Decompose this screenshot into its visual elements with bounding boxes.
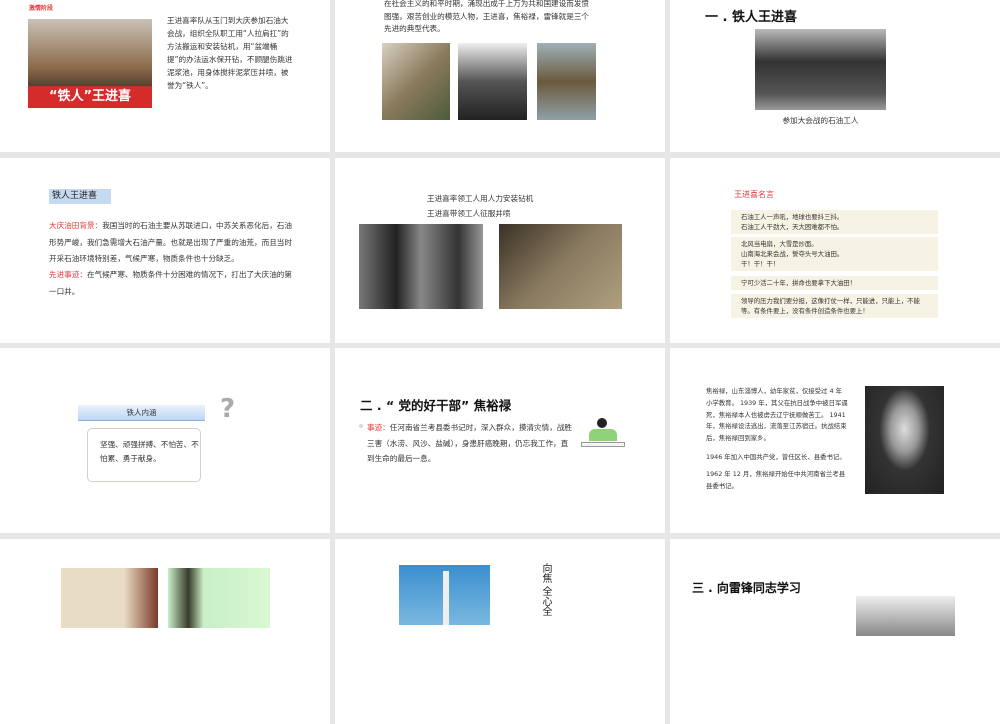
slide-thumbnail-10[interactable]	[0, 539, 330, 724]
bio-paragraph-1: 焦裕禄，山东淄博人，幼年家贫，仅接受过 4 年小学教育。 1939 年，其父在抗…	[706, 387, 848, 443]
meaning-body: 坚强、顽强拼搏、不怕苦、不怕累、勇于献身。	[87, 428, 201, 482]
quote-1: 石油工人一声吼，地球也要抖三抖。 石油工人干劲大，天大困难都不怕。	[731, 210, 938, 234]
photo-caption: 参加大会战的石油工人	[782, 116, 859, 125]
quote-text: 北风当电扇，大雪是炒面。 山南海北来会战，誓夺头号大油田。 干！干！干！	[741, 240, 844, 268]
slide-thumbnail-3[interactable]: 一 . 铁人王进喜 参加大会战的石油工人	[670, 0, 1000, 152]
meaning-header: 铁人内涵	[78, 405, 205, 421]
slide-body: 在社会主义的和平时期，涌现出成千上万为共和国建设而发愤图强，艰苦创业的模范人物，…	[384, 0, 590, 33]
quote-text: 领导的压力我们要分担，这像打仗一样，只能进，只能上，不能等。有条件要上，没有条件…	[741, 297, 920, 315]
slide-title: 一 . 铁人王进喜	[705, 10, 797, 25]
oil-workers-photo	[755, 29, 886, 110]
photo-jiao-yulu	[458, 43, 527, 120]
quote-4: 领导的压力我们要分担，这像打仗一样，只能进，只能上，不能等。有条件要上，没有条件…	[731, 294, 938, 318]
deed-text: 任河南省兰考县委书记时，深入群众，摸清灾情，战胜三害（水涝、风沙、盐碱），身患肝…	[367, 423, 573, 463]
mud-pit-photo	[499, 224, 622, 309]
room-photo-1	[61, 568, 158, 628]
slide-thumbnail-1[interactable]: 激情阶段 “铁人”王进喜 王进喜率队从玉门到大庆参加石油大会战，组织全队职工用“…	[0, 0, 330, 152]
jiao-yulu-portrait	[865, 386, 944, 494]
poster-title: “铁人”王进喜	[48, 89, 132, 104]
quote-text: 石油工人一声吼，地球也要抖三抖。 石油工人干劲大，天大困难都不怕。	[741, 213, 844, 231]
slide-thumbnail-4[interactable]: 铁人王进喜 大庆油田背景：我国当时的石油主要从苏联进口，中苏关系恶化后，石油形势…	[0, 158, 330, 343]
bio-paragraph-2: 1946 年加入中国共产党，曾任区长、县委书记。	[706, 453, 846, 461]
slide-title: 铁人王进喜	[49, 189, 111, 204]
room-photo-2	[168, 568, 270, 628]
question-mark-icon: ?	[220, 394, 236, 424]
section-label: 激情阶段	[29, 5, 54, 12]
slide-thumbnail-8[interactable]: 二 . “ 党的好干部” 焦裕禄 事迹：任河南省兰考县委书记时，深入群众，摸清灾…	[335, 348, 665, 533]
slide-thumbnail-11[interactable]: 向焦 全心全	[335, 539, 665, 724]
monument-photo	[399, 565, 490, 625]
bio-paragraph-3: 1962 年 12 月，焦裕禄开始任中共河南省兰考县县委书记。	[706, 470, 846, 490]
caption-2: 王进喜带领工人征服井喷	[427, 209, 511, 218]
photo-lei-feng	[537, 43, 596, 120]
calligraphy: 向焦 全心全	[540, 563, 551, 617]
drilling-rig-photo	[359, 224, 483, 309]
caption-1: 王进喜率领工人用人力安装钻机	[427, 194, 534, 203]
slide-title: 三 . 向雷锋同志学习	[692, 581, 801, 595]
slide-title: 王进喜名言	[734, 190, 774, 199]
quote-3: 宁可少活二十年，拼命也要拿下大油田！	[731, 276, 938, 290]
slide-thumbnail-9[interactable]: 焦裕禄，山东淄博人，幼年家贫，仅接受过 4 年小学教育。 1939 年，其父在抗…	[670, 348, 1000, 533]
deed-label: 事迹：	[367, 423, 390, 432]
slide-thumbnail-2[interactable]: 在社会主义的和平时期，涌现出成千上万为共和国建设而发愤图强，艰苦创业的模范人物，…	[335, 0, 665, 152]
slide-thumbnail-12[interactable]: 三 . 向雷锋同志学习	[670, 539, 1000, 724]
slide-body: 王进喜率队从玉门到大庆参加石油大会战，组织全队职工用“人拉肩扛”的方法搬运和安装…	[167, 16, 293, 90]
slide-thumbnail-6[interactable]: 王进喜名言 石油工人一声吼，地球也要抖三抖。 石油工人干劲大，天大困难都不怕。 …	[670, 158, 1000, 343]
slide-thumbnail-5[interactable]: 王进喜率领工人用人力安装钻机 王进喜带领工人征服井喷	[335, 158, 665, 343]
background-label: 大庆油田背景：	[49, 221, 103, 230]
bullet-icon	[359, 424, 363, 428]
wang-jinxi-poster: “铁人”王进喜	[28, 19, 152, 108]
slide-title: 二 . “ 党的好干部” 焦裕禄	[360, 398, 512, 413]
deed-label: 先进事迹：	[49, 270, 87, 279]
photo-wang-jinxi	[382, 43, 450, 120]
lei-feng-photo	[856, 596, 955, 636]
slide-thumbnail-7[interactable]: 铁人内涵 坚强、顽强拼搏、不怕苦、不怕累、勇于献身。 ?	[0, 348, 330, 533]
quote-text: 宁可少活二十年，拼命也要拿下大油田！	[741, 279, 857, 287]
quote-2: 北风当电扇，大雪是炒面。 山南海北来会战，誓夺头号大油田。 干！干！干！	[731, 237, 938, 271]
reading-boy-illustration	[581, 418, 625, 452]
